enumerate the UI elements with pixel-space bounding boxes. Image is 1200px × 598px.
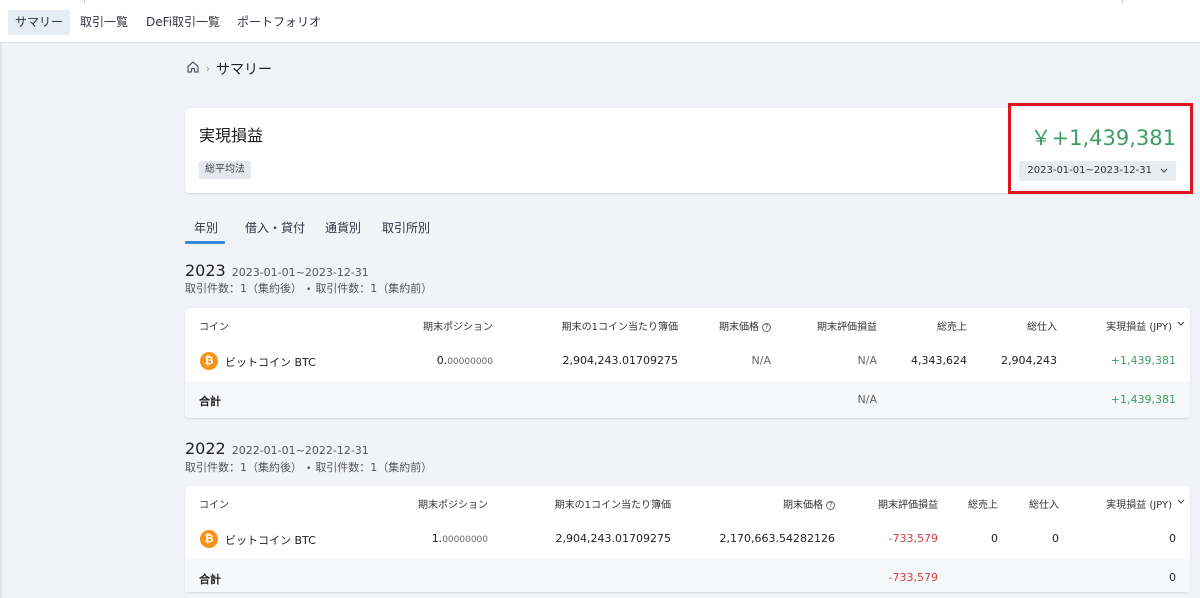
- col-header-price: 期末価格?: [783, 496, 835, 511]
- end-price: 2,170,663.54282126: [719, 532, 835, 545]
- position-decimals: 00000000: [442, 535, 488, 545]
- breadcrumb: › サマリー: [186, 60, 272, 78]
- total-purchases: 0: [1052, 532, 1059, 545]
- count-before: 取引件数：1（集約前）: [315, 282, 433, 295]
- col-header-sales: 総売上: [968, 500, 998, 511]
- col-header-purchases: 総仕入: [1029, 500, 1059, 511]
- tab-borrow-lend[interactable]: 借入・貸付: [245, 219, 305, 236]
- book-value: 2,904,243.01709275: [555, 532, 671, 545]
- divider: [84, 0, 85, 3]
- position-int: 1.: [431, 532, 443, 545]
- total-unrealized-pl: N/A: [857, 393, 877, 406]
- total-realized-pl: +1,439,381: [1110, 393, 1176, 406]
- col-header-purchases: 総仕入: [1027, 322, 1057, 333]
- end-position: 0.00000000: [437, 354, 493, 367]
- year-label: 2023: [185, 261, 226, 280]
- total-sales: 4,343,624: [911, 354, 967, 367]
- col-header-price-label: 期末価格: [719, 322, 759, 333]
- total-row: 合計 N/A +1,439,381: [185, 381, 1190, 418]
- col-header-realized[interactable]: 実現損益 (JPY): [1106, 496, 1172, 511]
- chevron-down-icon[interactable]: [1177, 321, 1185, 327]
- coin-name: ビットコイン BTC: [225, 356, 316, 369]
- nav-tab-portfolio[interactable]: ポートフォリオ: [230, 10, 328, 35]
- bullet: •: [306, 285, 312, 295]
- book-value: 2,904,243.01709275: [562, 354, 678, 367]
- count-after: 取引件数：1（集約後）: [185, 282, 302, 295]
- coin-name: ビットコイン BTC: [225, 534, 316, 547]
- realized-pl: 0: [1169, 532, 1176, 545]
- year-range: 2023-01-01~2023-12-31: [231, 266, 369, 279]
- help-icon[interactable]: ?: [826, 501, 835, 510]
- home-icon[interactable]: [186, 60, 200, 78]
- end-position: 1.00000000: [432, 532, 488, 545]
- nav-tab-summary[interactable]: サマリー: [8, 10, 71, 35]
- help-icon[interactable]: ?: [762, 323, 771, 332]
- bitcoin-icon: ₿: [200, 352, 218, 370]
- active-tab-indicator: [185, 241, 225, 244]
- transaction-counts: 取引件数：1（集約後） • 取引件数：1（集約前）: [185, 459, 432, 475]
- divider: [1122, 0, 1123, 3]
- year-heading: 2022 2022-01-01~2022-12-31: [185, 439, 369, 458]
- total-realized-pl: 0: [1169, 571, 1176, 584]
- col-header-coin: コイン: [199, 322, 229, 333]
- tab-yearly[interactable]: 年別: [194, 219, 218, 236]
- highlight-box: [1008, 103, 1193, 194]
- year-heading: 2023 2023-01-01~2023-12-31: [185, 261, 369, 280]
- end-price: N/A: [751, 354, 771, 367]
- col-header-position: 期末ポジション: [418, 500, 488, 511]
- page-title: 実現損益: [199, 126, 264, 145]
- year-range: 2022-01-01~2022-12-31: [231, 444, 369, 457]
- col-header-coin: コイン: [199, 500, 229, 511]
- total-label: 合計: [199, 573, 221, 586]
- col-header-unrealized: 期末評価損益: [817, 322, 877, 333]
- position-int: 0.: [436, 354, 448, 367]
- tab-by-exchange[interactable]: 取引所別: [382, 219, 430, 236]
- year-table: コイン 期末ポジション 期末の1コイン当たり簿価 期末価格? 期末評価損益 総売…: [185, 308, 1190, 418]
- count-before: 取引件数：1（集約前）: [315, 461, 433, 474]
- year-table: コイン 期末ポジション 期末の1コイン当たり簿価 期末価格? 期末評価損益 総売…: [185, 486, 1190, 592]
- col-header-realized[interactable]: 実現損益 (JPY): [1106, 318, 1172, 333]
- total-sales: 0: [991, 532, 998, 545]
- col-header-price-label: 期末価格: [783, 500, 823, 511]
- unrealized-pl: -733,579: [888, 532, 938, 545]
- col-header-book-value: 期末の1コイン当たり簿価: [561, 322, 678, 333]
- realized-pl: +1,439,381: [1110, 354, 1176, 367]
- total-unrealized-pl: -733,579: [888, 571, 938, 584]
- top-nav: サマリー 取引一覧 DeFi取引一覧 ポートフォリオ: [0, 0, 1200, 43]
- col-header-sales: 総売上: [937, 322, 967, 333]
- breadcrumb-current: サマリー: [216, 62, 272, 78]
- col-header-price: 期末価格?: [719, 318, 771, 333]
- chevron-right-icon: ›: [206, 63, 210, 75]
- col-header-unrealized: 期末評価損益: [878, 500, 938, 511]
- nav-tab-defi-transactions[interactable]: DeFi取引一覧: [139, 10, 227, 35]
- count-after: 取引件数：1（集約後）: [185, 461, 302, 474]
- total-row: 合計 -733,579 0: [185, 559, 1190, 592]
- bullet: •: [306, 464, 312, 474]
- unrealized-pl: N/A: [857, 354, 877, 367]
- transaction-counts: 取引件数：1（集約後） • 取引件数：1（集約前）: [185, 280, 432, 296]
- total-purchases: 2,904,243: [1001, 354, 1057, 367]
- year-label: 2022: [185, 439, 226, 458]
- bitcoin-icon: ₿: [200, 530, 218, 548]
- chevron-down-icon[interactable]: [1177, 499, 1185, 505]
- tab-by-currency[interactable]: 通貨別: [325, 219, 361, 236]
- total-label: 合計: [199, 395, 221, 408]
- col-header-position: 期末ポジション: [423, 322, 493, 333]
- method-badge: 総平均法: [199, 161, 251, 179]
- position-decimals: 00000000: [447, 357, 493, 367]
- col-header-book-value: 期末の1コイン当たり簿価: [554, 500, 671, 511]
- nav-tab-transactions[interactable]: 取引一覧: [73, 10, 135, 35]
